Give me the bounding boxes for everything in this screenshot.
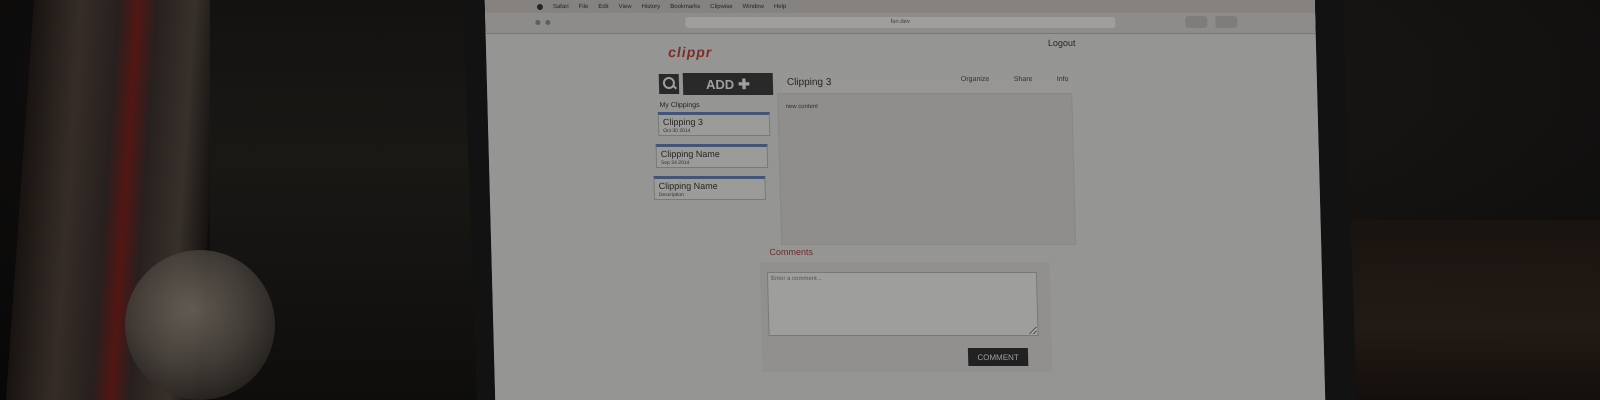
comment-button[interactable]: COMMENT <box>967 348 1029 366</box>
plus-icon: ✚ <box>737 75 751 92</box>
tab-share[interactable]: Share <box>1014 76 1033 83</box>
clipping-content-area[interactable] <box>777 93 1077 245</box>
menu-item[interactable]: Help <box>774 4 787 10</box>
comment-input[interactable] <box>766 272 1039 336</box>
photo-scene: Safari File Edit View History Bookmarks … <box>0 0 1600 400</box>
mac-menubar: Safari File Edit View History Bookmarks … <box>484 0 1316 13</box>
background-flower <box>125 250 275 400</box>
menu-item[interactable]: History <box>641 4 660 10</box>
search-icon-handle <box>672 84 678 90</box>
logout-link[interactable]: Logout <box>1048 38 1076 48</box>
menu-item[interactable]: Safari <box>553 4 569 10</box>
add-button-label: ADD <box>705 76 735 92</box>
page-title: Clipping 3 <box>786 77 832 88</box>
sidebar-item[interactable]: Clipping 3 Oct 30 2014 <box>657 112 771 136</box>
sidebar-item[interactable]: Clipping Name Sep 24 2014 <box>655 144 769 168</box>
menu-item[interactable]: Edit <box>598 4 609 10</box>
menu-item[interactable]: File <box>579 4 589 10</box>
address-bar[interactable]: fsn.dev <box>685 17 1116 28</box>
search-button[interactable] <box>658 74 680 94</box>
app-logo[interactable]: clippr <box>668 44 713 60</box>
sidebar-heading: My Clippings <box>659 102 700 109</box>
sidebar-item-description: Description <box>658 192 684 198</box>
apple-icon[interactable] <box>536 3 544 10</box>
tab-organize[interactable]: Organize <box>961 76 990 83</box>
sidebar-item-date: Sep 24 2014 <box>660 160 690 166</box>
share-icon[interactable] <box>1185 16 1208 28</box>
sidebar-item-date: Oct 30 2014 <box>663 128 691 134</box>
menu-item[interactable]: View <box>619 4 632 10</box>
back-icon[interactable] <box>535 20 541 25</box>
sidebar-item-label: Clipping 3 <box>662 117 704 127</box>
comments-heading: Comments <box>769 247 814 257</box>
menu-item[interactable]: Clipwise <box>710 4 733 10</box>
sidebar-item-label: Clipping Name <box>660 149 720 159</box>
forward-icon[interactable] <box>545 20 551 25</box>
menu-item[interactable]: Window <box>742 4 764 10</box>
window-controls <box>535 20 551 25</box>
clipping-content-text: new content <box>785 104 819 110</box>
tab-info[interactable]: Info <box>1057 76 1069 83</box>
sidebar-item[interactable]: Clipping Name Description <box>653 176 766 200</box>
browser-toolbar: fsn.dev <box>485 13 1316 34</box>
menu-item[interactable]: Bookmarks <box>670 4 700 10</box>
tabs-icon[interactable] <box>1215 16 1238 28</box>
add-button[interactable]: ADD ✚ <box>682 73 774 95</box>
laptop-screen: Safari File Edit View History Bookmarks … <box>484 0 1326 400</box>
sidebar-item-label: Clipping Name <box>658 181 718 191</box>
